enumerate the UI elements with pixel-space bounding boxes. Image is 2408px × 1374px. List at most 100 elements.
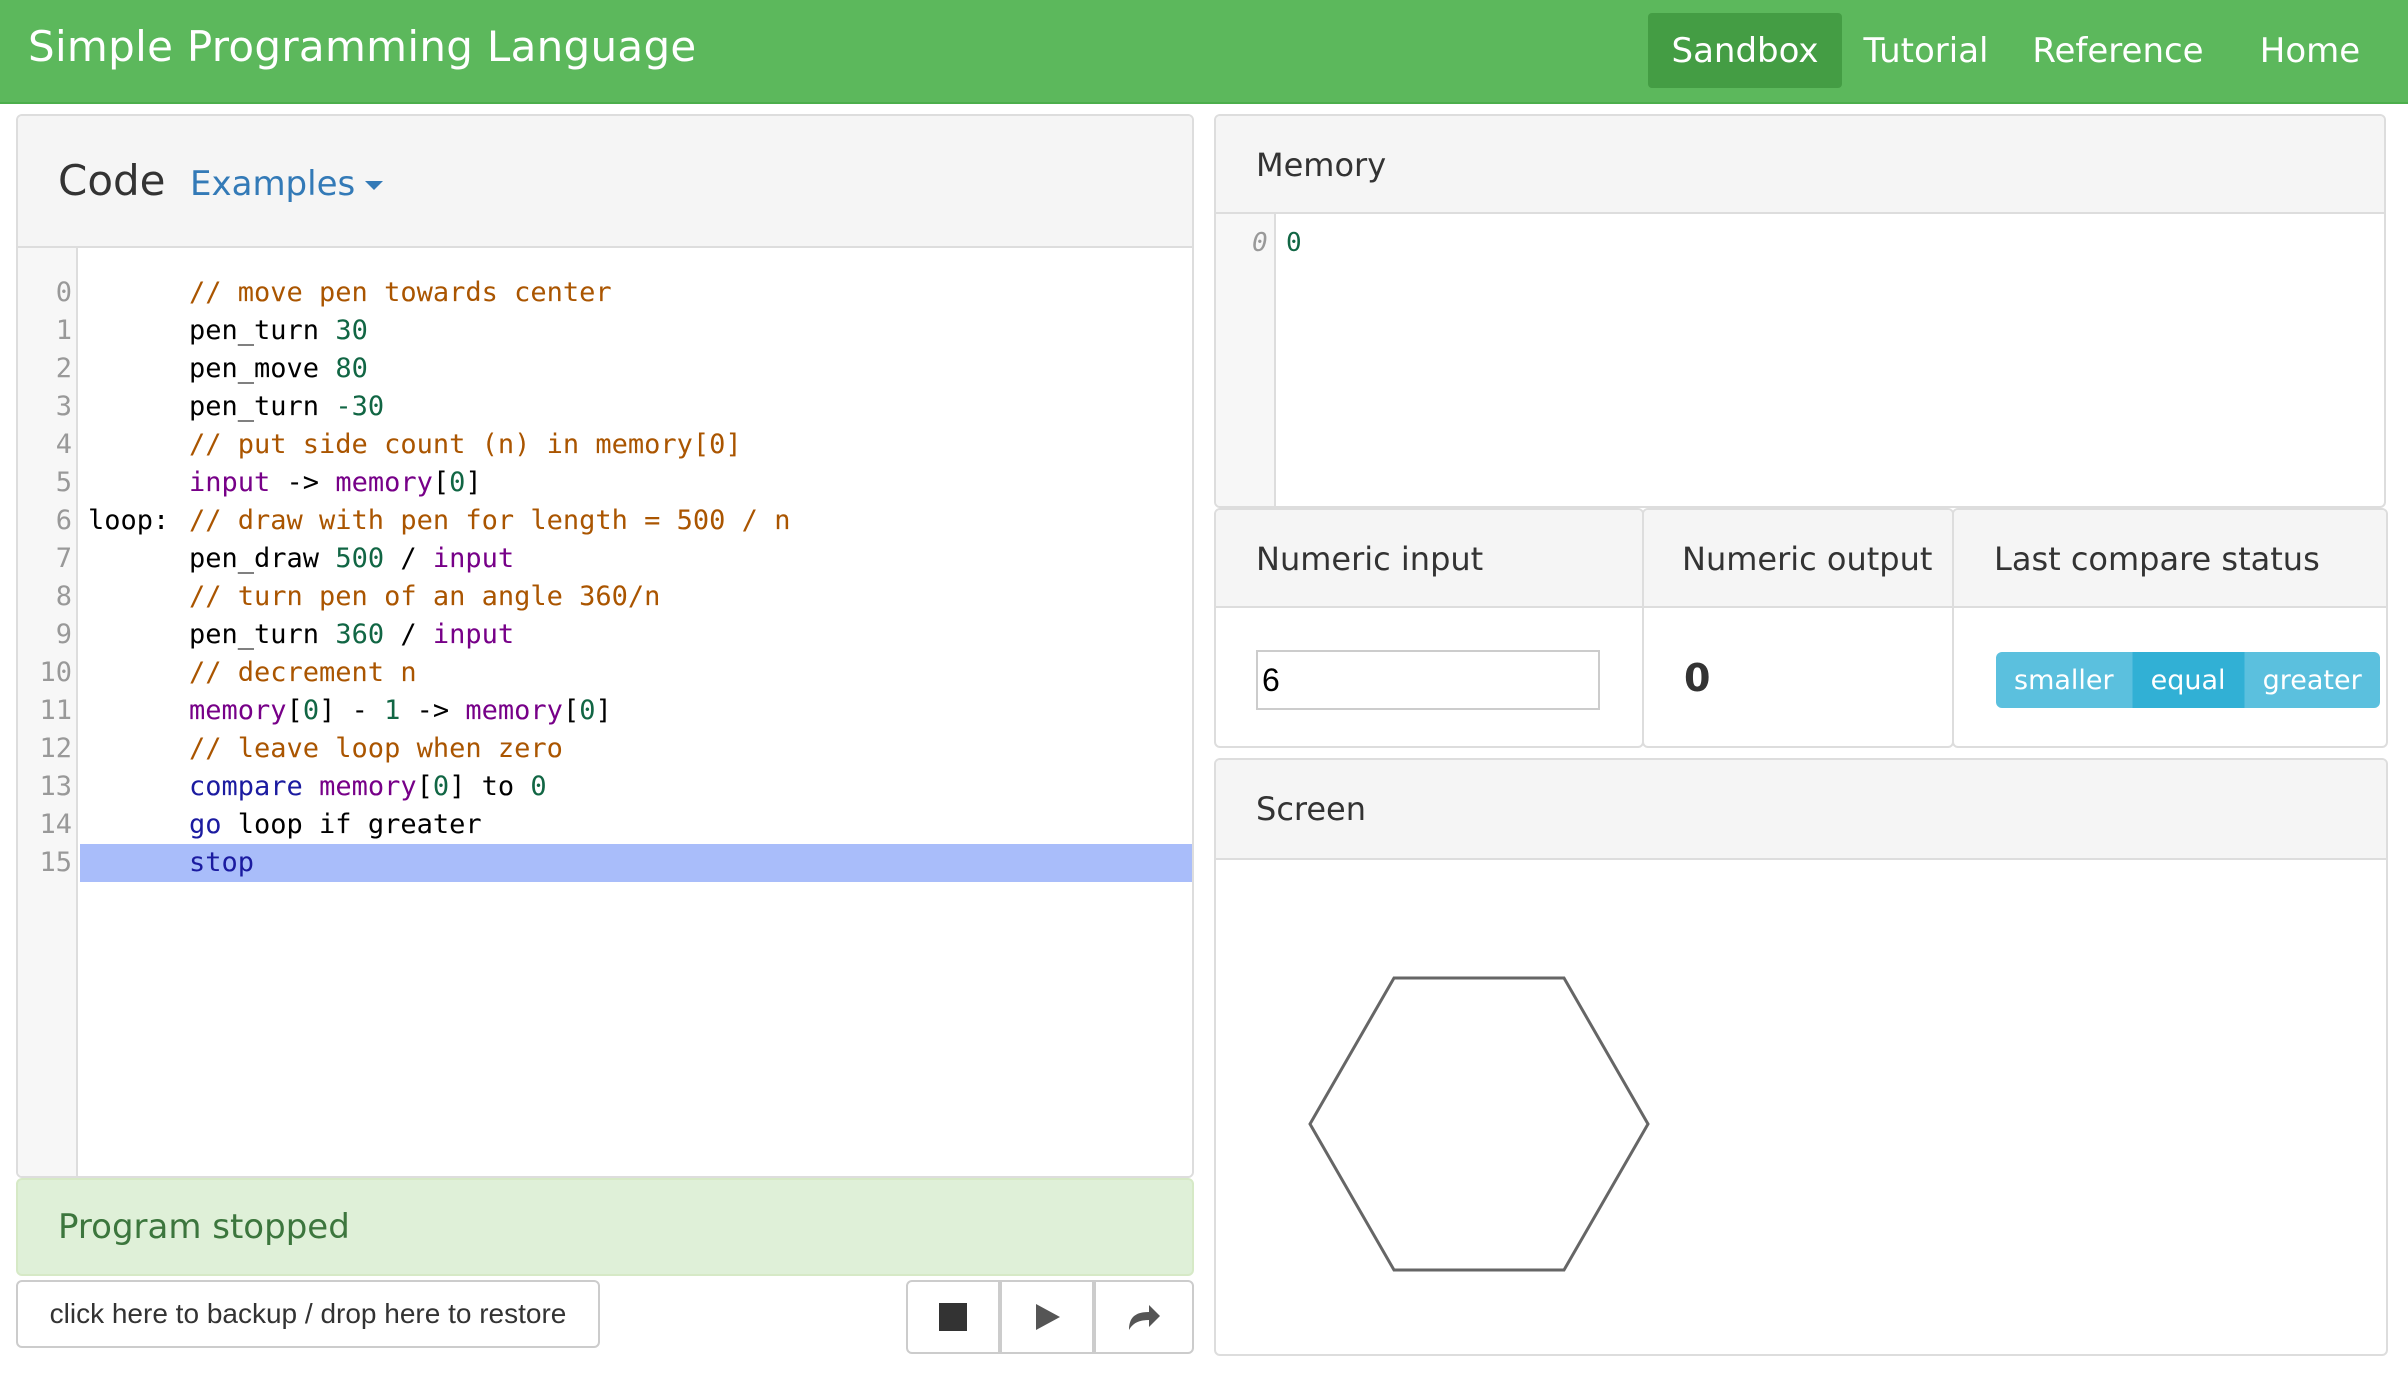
code-line[interactable]: 13 compare memory[0] to 0 (18, 768, 1192, 806)
screen-heading: Screen (1216, 760, 2386, 860)
code-token-plain: [ (432, 467, 450, 498)
memory-panel: Memory 0 0 (1214, 114, 2386, 508)
code-token-plain: pen_move (189, 353, 336, 384)
run-button[interactable] (1000, 1280, 1094, 1354)
screen-drawing (1308, 976, 1650, 1272)
line-number: 4 (55, 429, 72, 460)
code-line[interactable]: 5 input -> memory[0] (18, 464, 1192, 502)
memory-index: 0 (1252, 228, 1268, 258)
screen-panel: Screen (1214, 758, 2388, 1356)
code-line[interactable]: 8 // turn pen of an angle 360/n (18, 578, 1192, 616)
nav-reference[interactable]: Reference (2016, 13, 2220, 88)
numeric-output-title: Numeric output (1682, 540, 1933, 578)
code-line[interactable]: 15 stop (18, 844, 1192, 882)
code-token-plain: ] to (449, 771, 531, 802)
line-number: 7 (55, 543, 72, 574)
code-line[interactable]: 7 pen_draw 500 / input (18, 540, 1192, 578)
backup-restore-button[interactable]: click here to backup / drop here to rest… (16, 1280, 600, 1348)
line-number: 14 (39, 809, 72, 840)
line-number: 2 (55, 353, 72, 384)
numeric-input-heading: Numeric input (1216, 510, 1642, 608)
compare-equal-button[interactable]: equal (2132, 652, 2245, 708)
numeric-input-title: Numeric input (1256, 540, 1484, 578)
line-content: // leave loop when zero (80, 730, 1192, 768)
code-line[interactable]: 3 pen_turn -30 (18, 388, 1192, 426)
code-line[interactable]: 11 memory[0] - 1 -> memory[0] (18, 692, 1192, 730)
nav-home[interactable]: Home (2240, 13, 2380, 88)
compare-status-heading: Last compare status (1954, 510, 2386, 608)
code-token-number: 1 (384, 695, 401, 726)
app-title[interactable]: Simple Programming Language (28, 22, 697, 71)
compare-smaller-button[interactable]: smaller (1996, 652, 2133, 708)
stop-icon (939, 1303, 967, 1331)
line-number: 9 (55, 619, 72, 650)
code-line[interactable]: 10 // decrement n (18, 654, 1192, 692)
line-number: 15 (39, 847, 72, 878)
code-token-number: 30 (335, 315, 368, 346)
code-token-keyword: go (189, 809, 222, 840)
code-token-number: 0 (449, 467, 466, 498)
code-panel-heading: Code Examples (18, 116, 1192, 248)
code-token-number: 0 (530, 771, 547, 802)
line-content: // decrement n (80, 654, 1192, 692)
compare-greater-button[interactable]: greater (2244, 652, 2380, 708)
status-alert: Program stopped (16, 1178, 1194, 1276)
memory-value: 0 (1286, 228, 1302, 258)
code-token-plain: [ (416, 771, 433, 802)
code-token-plain: -> (400, 695, 466, 726)
line-content: pen_turn -30 (80, 388, 1192, 426)
code-token-number: 0 (579, 695, 596, 726)
line-content: pen_turn 360 / input (80, 616, 1192, 654)
line-number: 3 (55, 391, 72, 422)
compare-status-title: Last compare status (1994, 540, 2320, 578)
code-token-number: 500 (335, 543, 385, 574)
code-token-number: 0 (302, 695, 320, 726)
code-token-comment: // move pen towards center (189, 277, 612, 308)
code-token-number: 360 (335, 619, 385, 650)
code-token-comment: // draw with pen for length = 500 / n (189, 505, 791, 536)
code-line[interactable]: 14 go loop if greater (18, 806, 1192, 844)
step-forward-icon (1129, 1305, 1160, 1330)
compare-status-panel: Last compare status smaller equal greate… (1952, 508, 2388, 748)
code-token-plain: ] - (319, 695, 385, 726)
code-token-comment: // put side count (n) in memory[0] (189, 429, 742, 460)
code-token-var: memory (189, 695, 287, 726)
numeric-output-value: 0 (1684, 656, 1711, 700)
screen-canvas (1216, 860, 2386, 1354)
code-line[interactable]: 6 loop: // draw with pen for length = 500 … (18, 502, 1192, 540)
navbar: Simple Programming Language Sandbox Tuto… (0, 0, 2408, 104)
code-title: Code (58, 156, 166, 205)
code-token-var: memory (465, 695, 563, 726)
line-content: input -> memory[0] (80, 464, 1192, 502)
code-token-var: input (189, 467, 271, 498)
line-number: 11 (39, 695, 72, 726)
stop-button[interactable] (906, 1280, 1000, 1354)
code-token-plain: pen_turn (189, 619, 336, 650)
nav-tutorial[interactable]: Tutorial (1846, 13, 2006, 88)
compare-button-group: smaller equal greater (1996, 652, 2380, 708)
code-token-plain: / (384, 543, 433, 574)
code-line[interactable]: 4 // put side count (n) in memory[0] (18, 426, 1192, 464)
numeric-output-panel: Numeric output 0 (1642, 508, 1954, 748)
drawn-hexagon (1308, 976, 1650, 1272)
code-line[interactable]: 0 // move pen towards center (18, 274, 1192, 312)
code-token-plain: ] (595, 695, 612, 726)
code-editor[interactable]: 0// move pen towards center 1 pen_turn 30 2… (18, 248, 1192, 1176)
line-content: memory[0] - 1 -> memory[0] (80, 692, 1192, 730)
examples-label: Examples (190, 164, 356, 204)
line-content: // move pen towards center (80, 274, 1192, 312)
step-button[interactable] (1094, 1280, 1194, 1354)
code-line[interactable]: 1 pen_turn 30 (18, 312, 1192, 350)
line-number: 5 (55, 467, 72, 498)
code-line[interactable]: 9 pen_turn 360 / input (18, 616, 1192, 654)
code-token-var: memory (319, 771, 417, 802)
code-line[interactable]: 2 pen_move 80 (18, 350, 1192, 388)
nav-sandbox[interactable]: Sandbox (1648, 13, 1842, 88)
code-line[interactable]: 12 // leave loop when zero (18, 730, 1192, 768)
examples-dropdown[interactable]: Examples (190, 164, 384, 204)
code-lines: 0// move pen towards center 1 pen_turn 30 2… (18, 274, 1192, 882)
code-token-plain: pen_draw (189, 543, 336, 574)
numeric-input-field[interactable] (1256, 650, 1600, 710)
code-token-comment: // turn pen of an angle 360/n (189, 581, 661, 612)
